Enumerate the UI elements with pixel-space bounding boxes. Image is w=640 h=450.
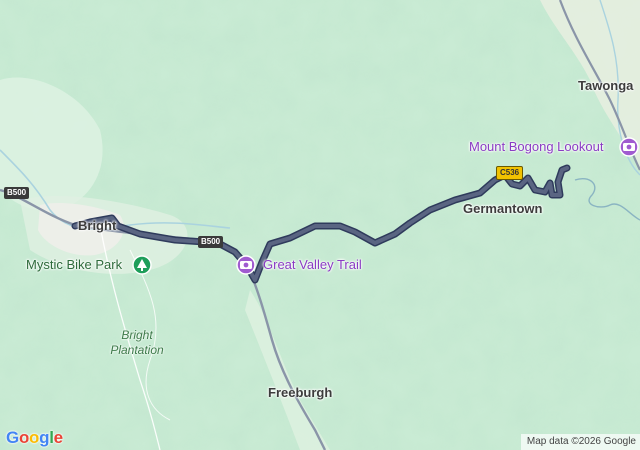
poi-label-great-valley-trail[interactable]: Great Valley Trail xyxy=(263,258,362,271)
road-shield-c536: C536 xyxy=(496,166,524,180)
map-canvas[interactable]: B500 B500 C536 Bright Tawonga Germantown… xyxy=(0,0,640,450)
place-label-tawonga[interactable]: Tawonga xyxy=(578,79,633,92)
place-label-freeburgh[interactable]: Freeburgh xyxy=(268,386,332,399)
road-shield-b500: B500 xyxy=(4,187,30,199)
google-logo[interactable]: Google xyxy=(6,428,63,448)
road-shield-b500: B500 xyxy=(198,236,224,248)
poi-label-mount-bogong-lookout[interactable]: Mount Bogong Lookout xyxy=(469,140,603,153)
camera-icon[interactable] xyxy=(236,255,256,275)
area-label-bright-plantation: Bright Plantation xyxy=(102,328,172,358)
place-label-germantown[interactable]: Germantown xyxy=(463,202,542,215)
map-attribution[interactable]: Map data ©2026 Google xyxy=(520,434,640,450)
camera-icon[interactable] xyxy=(619,137,639,157)
poi-label-mystic-bike-park[interactable]: Mystic Bike Park xyxy=(26,258,122,271)
area-label-line: Bright xyxy=(121,328,153,342)
tree-icon[interactable] xyxy=(132,255,152,275)
place-label-bright[interactable]: Bright xyxy=(78,219,116,232)
area-label-line: Plantation xyxy=(110,343,164,357)
google-logo-text: Google xyxy=(6,428,63,447)
